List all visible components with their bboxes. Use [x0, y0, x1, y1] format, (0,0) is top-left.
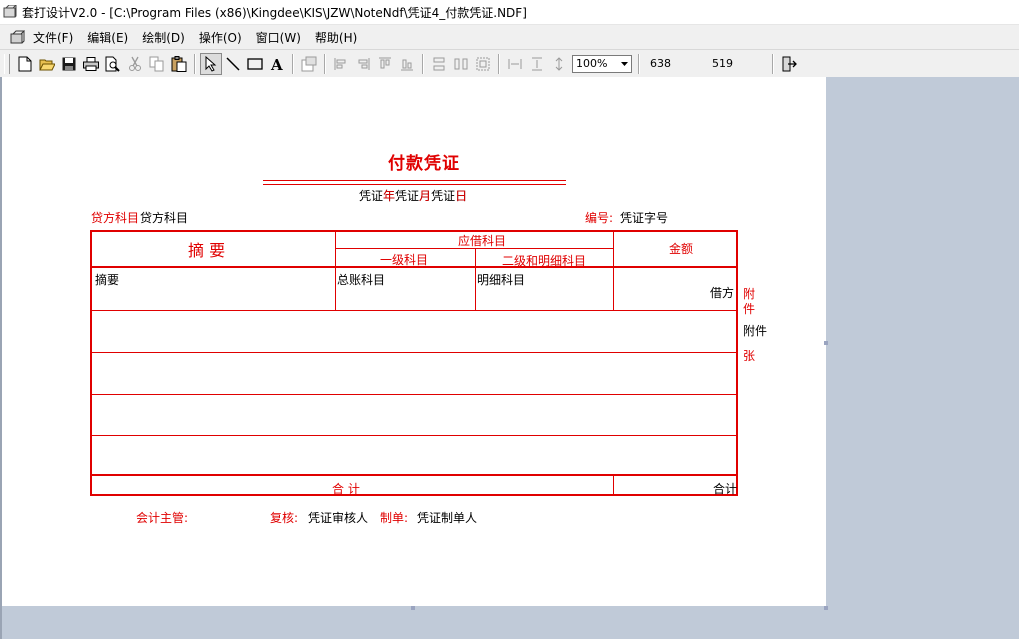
- header-summary[interactable]: 摘 要: [188, 237, 225, 261]
- row-line-1[interactable]: [92, 310, 736, 311]
- col-line-3[interactable]: [613, 232, 614, 310]
- exit-icon[interactable]: [779, 54, 799, 74]
- properties-icon[interactable]: [299, 54, 319, 74]
- print-icon[interactable]: [81, 54, 101, 74]
- window-title: 套打设计V2.0 - [C:\Program Files (x86)\Kingd…: [22, 5, 527, 20]
- title-bar: 套打设计V2.0 - [C:\Program Files (x86)\Kingd…: [0, 0, 1019, 24]
- align-right-icon[interactable]: [353, 54, 373, 74]
- header-debit-account[interactable]: 应借科目: [458, 232, 506, 249]
- table-border-top[interactable]: [90, 230, 738, 232]
- maker-label[interactable]: 制单:: [380, 509, 408, 526]
- row-debit-field[interactable]: 借方: [710, 284, 734, 301]
- print-preview-icon[interactable]: [103, 54, 123, 74]
- voucher-title[interactable]: 付款凭证: [388, 149, 460, 174]
- row-summary-field[interactable]: 摘要: [95, 271, 119, 288]
- maker-field[interactable]: 凭证制单人: [417, 509, 477, 526]
- attach-label-2[interactable]: 件: [743, 300, 755, 317]
- align-left-icon[interactable]: [331, 54, 351, 74]
- coord-x: 638: [650, 57, 671, 70]
- row-general-account-field[interactable]: 总账科目: [337, 271, 385, 288]
- design-canvas[interactable]: 付款凭证 凭证年年凭证月月凭证日日 贷方科目 贷方科目 编号: 凭证字号 摘 要: [2, 77, 826, 606]
- same-size-icon[interactable]: [473, 54, 493, 74]
- menu-help[interactable]: 帮助(H): [313, 29, 359, 46]
- title-underline-bottom[interactable]: [263, 184, 566, 185]
- resize-handle-right[interactable]: [824, 341, 828, 345]
- move-vertical-icon[interactable]: [549, 54, 569, 74]
- paste-icon[interactable]: [169, 54, 189, 74]
- align-bottom-icon[interactable]: [397, 54, 417, 74]
- same-height-icon[interactable]: [451, 54, 471, 74]
- col-line-2[interactable]: [475, 248, 476, 310]
- total-separator[interactable]: [90, 474, 738, 476]
- accountant-label[interactable]: 会计主管:: [136, 509, 188, 526]
- zoom-value: 100%: [576, 57, 608, 70]
- menu-window[interactable]: 窗口(W): [254, 29, 303, 46]
- open-folder-icon[interactable]: [37, 54, 57, 74]
- attach-unit-label[interactable]: 张: [743, 347, 755, 364]
- coord-y: 519: [712, 57, 733, 70]
- app-menu-icon[interactable]: [9, 29, 25, 45]
- credit-account-label[interactable]: 贷方科目: [91, 209, 139, 226]
- space-horizontal-icon[interactable]: [505, 54, 525, 74]
- title-underline-top[interactable]: [263, 180, 566, 181]
- svg-text:A: A: [270, 57, 283, 71]
- row-line-4[interactable]: [92, 435, 736, 436]
- attach-count-field[interactable]: 附件: [743, 322, 767, 339]
- resize-handle-bottom[interactable]: [411, 606, 415, 610]
- line-tool-icon[interactable]: [223, 54, 243, 74]
- review-label[interactable]: 复核:: [270, 509, 298, 526]
- menu-operate[interactable]: 操作(O): [197, 29, 244, 46]
- table-border-left[interactable]: [90, 230, 92, 496]
- toolbar: A 100% 638 519: [0, 49, 1019, 78]
- total-label[interactable]: 合 计: [332, 480, 360, 497]
- voucher-date: 凭证年年凭证月月凭证日日: [359, 187, 467, 204]
- cut-icon[interactable]: [125, 54, 145, 74]
- resize-handle-corner[interactable]: [824, 606, 828, 610]
- text-tool-icon[interactable]: A: [267, 54, 287, 74]
- design-workspace[interactable]: 付款凭证 凭证年年凭证月月凭证日日 贷方科目 贷方科目 编号: 凭证字号 摘 要: [0, 77, 1019, 639]
- select-pointer-icon[interactable]: [200, 52, 222, 75]
- review-field[interactable]: 凭证审核人: [308, 509, 368, 526]
- date-month-label[interactable]: 月: [419, 189, 431, 203]
- menu-file[interactable]: 文件(F): [31, 29, 75, 46]
- workspace-left-edge: [0, 77, 2, 639]
- header-level2[interactable]: 二级和明细科目: [502, 252, 586, 269]
- zoom-select[interactable]: 100%: [572, 54, 632, 73]
- app-icon: [3, 5, 17, 18]
- menu-bar: 文件(F) 编辑(E) 绘制(D) 操作(O) 窗口(W) 帮助(H): [0, 24, 1019, 49]
- row-line-2[interactable]: [92, 352, 736, 353]
- credit-account-field[interactable]: 贷方科目: [140, 209, 188, 226]
- menu-draw[interactable]: 绘制(D): [140, 29, 187, 46]
- align-top-icon[interactable]: [375, 54, 395, 74]
- copy-icon[interactable]: [147, 54, 167, 74]
- table-border-right[interactable]: [736, 230, 738, 496]
- chevron-down-icon: [621, 61, 628, 66]
- row-detail-account-field[interactable]: 明细科目: [477, 271, 525, 288]
- menu-edit[interactable]: 编辑(E): [85, 29, 130, 46]
- row-line-3[interactable]: [92, 394, 736, 395]
- number-label[interactable]: 编号:: [585, 209, 613, 226]
- total-col-line[interactable]: [613, 476, 614, 494]
- header-level1[interactable]: 一级科目: [380, 251, 428, 268]
- col-line-1[interactable]: [335, 232, 336, 310]
- same-width-icon[interactable]: [429, 54, 449, 74]
- header-amount[interactable]: 金额: [669, 240, 693, 257]
- new-file-icon[interactable]: [15, 54, 35, 74]
- space-vertical-icon[interactable]: [527, 54, 547, 74]
- save-icon[interactable]: [59, 54, 79, 74]
- date-year-label[interactable]: 年: [383, 189, 395, 203]
- date-day-label[interactable]: 日: [455, 189, 467, 203]
- total-amount-field[interactable]: 合计: [713, 480, 737, 497]
- rectangle-tool-icon[interactable]: [245, 54, 265, 74]
- number-field[interactable]: 凭证字号: [620, 209, 668, 226]
- table-border-bottom[interactable]: [90, 494, 738, 496]
